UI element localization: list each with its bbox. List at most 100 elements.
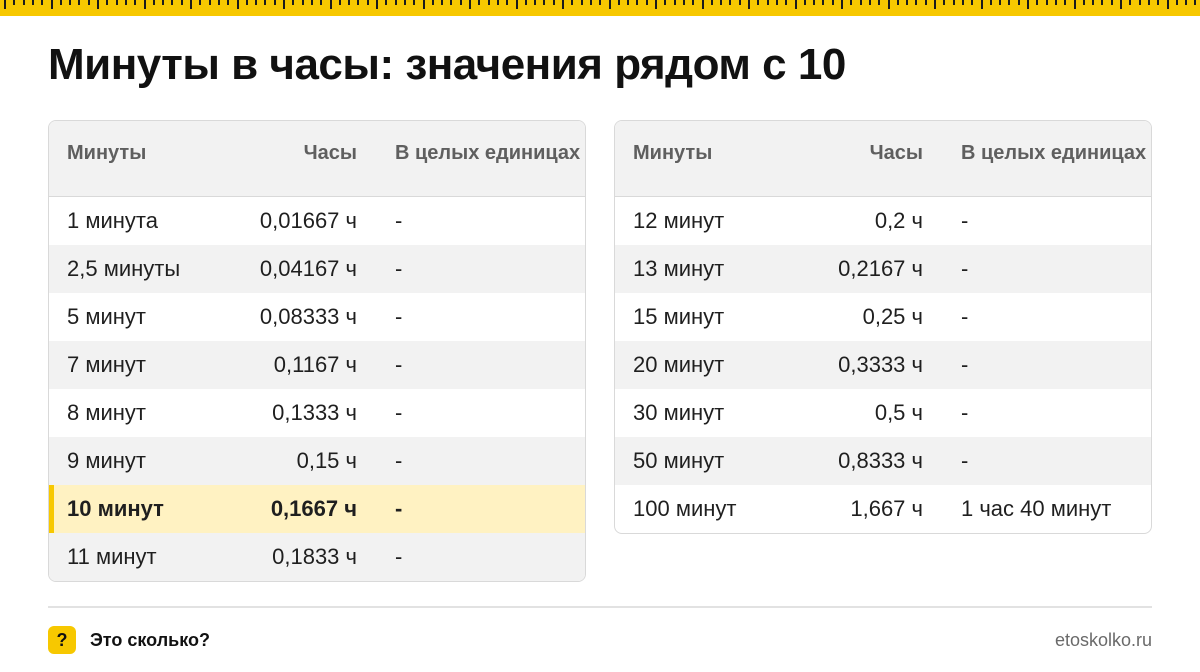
cell-hours: 0,1833 ч xyxy=(272,544,357,569)
ruler-tick xyxy=(413,0,416,5)
table-header: Минуты Часы В целых единицах xyxy=(615,121,1151,197)
header-minutes: Минуты xyxy=(633,142,713,164)
header-hours: Часы xyxy=(303,142,357,164)
ruler-tick xyxy=(971,0,974,5)
ruler-tick xyxy=(1008,0,1011,5)
ruler-tick xyxy=(1073,0,1076,9)
table-row: 11 минут 0,1833 ч - xyxy=(49,533,585,581)
ruler-tick xyxy=(1147,0,1150,5)
ruler-tick xyxy=(543,0,546,5)
ruler-tick xyxy=(320,0,323,5)
cell-minutes: 13 минут xyxy=(633,256,725,281)
site-url: etoskolko.ru xyxy=(1054,630,1152,650)
table-row: 7 минут 0,1167 ч - xyxy=(49,341,585,389)
ruler-tick xyxy=(924,0,927,5)
ruler-tick xyxy=(1101,0,1104,5)
ruler-tick xyxy=(348,0,351,5)
ruler-tick xyxy=(236,0,239,9)
cell-minutes: 9 минут xyxy=(67,448,146,473)
table-row: 13 минут 0,2167 ч - xyxy=(615,245,1151,293)
cell-whole-units: - xyxy=(395,304,403,329)
brand-name: Это сколько? xyxy=(90,629,210,650)
ruler-tick xyxy=(143,0,146,9)
ruler-tick xyxy=(859,0,862,5)
cell-hours: 0,1167 ч xyxy=(273,352,357,377)
cell-hours: 1,667 ч xyxy=(850,496,923,521)
table-row: 2,5 минуты 0,04167 ч - xyxy=(49,245,585,293)
ruler-tick xyxy=(645,0,648,5)
ruler-tick xyxy=(813,0,816,5)
ruler-tick xyxy=(1120,0,1122,9)
ruler-tick xyxy=(701,0,704,9)
ruler-tick xyxy=(989,0,992,5)
ruler-tick xyxy=(1082,0,1085,5)
ruler-tick xyxy=(887,0,890,9)
ruler-tick xyxy=(273,0,276,5)
conversion-table-left: Минуты Часы В целых единицах 1 минута 0,0… xyxy=(48,120,586,582)
ruler-tick xyxy=(915,0,918,5)
footer-divider xyxy=(48,606,1152,608)
ruler-tick xyxy=(943,0,946,5)
table-row: 15 минут 0,25 ч - xyxy=(615,293,1151,341)
ruler-tick xyxy=(50,0,53,9)
ruler-tick xyxy=(1027,0,1029,9)
table-row: 5 минут 0,08333 ч - xyxy=(49,293,585,341)
cell-hours: 0,8333 ч xyxy=(838,448,923,473)
ruler-tick xyxy=(106,0,109,5)
ruler-tick xyxy=(952,0,955,5)
header-hours: Часы xyxy=(869,142,923,164)
ruler-tick xyxy=(1017,0,1020,5)
cell-hours: 0,25 ч xyxy=(862,304,923,329)
cell-whole-units: - xyxy=(395,448,403,473)
ruler-tick xyxy=(1092,0,1095,5)
ruler-tick xyxy=(580,0,583,5)
ruler-tick xyxy=(366,0,369,5)
cell-minutes: 30 минут xyxy=(633,400,725,425)
conversion-table-right: Минуты Часы В целых единицах 12 минут 0,2… xyxy=(614,120,1152,534)
ruler-tick xyxy=(766,0,769,5)
ruler-tick xyxy=(338,0,341,5)
cell-whole-units: - xyxy=(961,448,969,473)
cell-minutes: 5 минут xyxy=(67,304,146,329)
ruler-tick xyxy=(562,0,564,9)
ruler-tick xyxy=(571,0,574,5)
ruler-tick xyxy=(217,0,220,5)
ruler-tick xyxy=(589,0,592,5)
cell-minutes: 1 минута xyxy=(67,208,158,233)
ruler-tick xyxy=(403,0,406,5)
ruler-tick xyxy=(1194,0,1197,5)
table-body: 12 минут 0,2 ч - 13 минут 0,2167 ч - 15 минут 0… xyxy=(615,197,1151,533)
table-body: 1 минута 0,01667 ч -2,5 минуты 0,04167 ч-5 … xyxy=(49,197,585,581)
ruler-tick xyxy=(1138,0,1141,5)
ruler-tick xyxy=(682,0,685,5)
ruler-tick xyxy=(673,0,676,5)
ruler-tick xyxy=(599,0,602,5)
ruler-tick xyxy=(431,0,434,5)
cell-whole-units: - xyxy=(395,208,403,233)
table-row: 100 минут 1,667 ч 1 час 40 минут xyxy=(615,485,1151,533)
ruler-tick xyxy=(283,0,285,9)
cell-hours: 0,3333 ч xyxy=(838,352,923,377)
table-row: 1 минута 0,01667 ч - xyxy=(49,197,585,245)
cell-minutes: 15 минут xyxy=(633,304,725,329)
ruler-tick xyxy=(255,0,258,5)
ruler-tick xyxy=(1045,0,1048,5)
ruler-tick xyxy=(376,0,378,9)
ruler-tick xyxy=(487,0,490,5)
table-row: 8 минут 0,1333 ч - xyxy=(49,389,585,437)
ruler-tick xyxy=(524,0,527,5)
ruler-tick xyxy=(87,0,90,5)
ruler-tick xyxy=(729,0,732,5)
ruler-tick xyxy=(552,0,555,5)
ruler-tick xyxy=(1129,0,1132,5)
brand-logo: ? Это сколько? xyxy=(48,626,210,654)
ruler-tick xyxy=(934,0,936,9)
page-title: Минуты в часы: значения рядом с 10 xyxy=(48,40,846,89)
ruler-tick xyxy=(664,0,667,5)
ruler-tick xyxy=(906,0,909,5)
cell-whole-units: - xyxy=(395,400,403,425)
ruler-tick xyxy=(180,0,183,5)
ruler-tick xyxy=(720,0,723,5)
table-row: 50 минут 0,8333 ч - xyxy=(615,437,1151,485)
ruler-tick xyxy=(1054,0,1057,5)
